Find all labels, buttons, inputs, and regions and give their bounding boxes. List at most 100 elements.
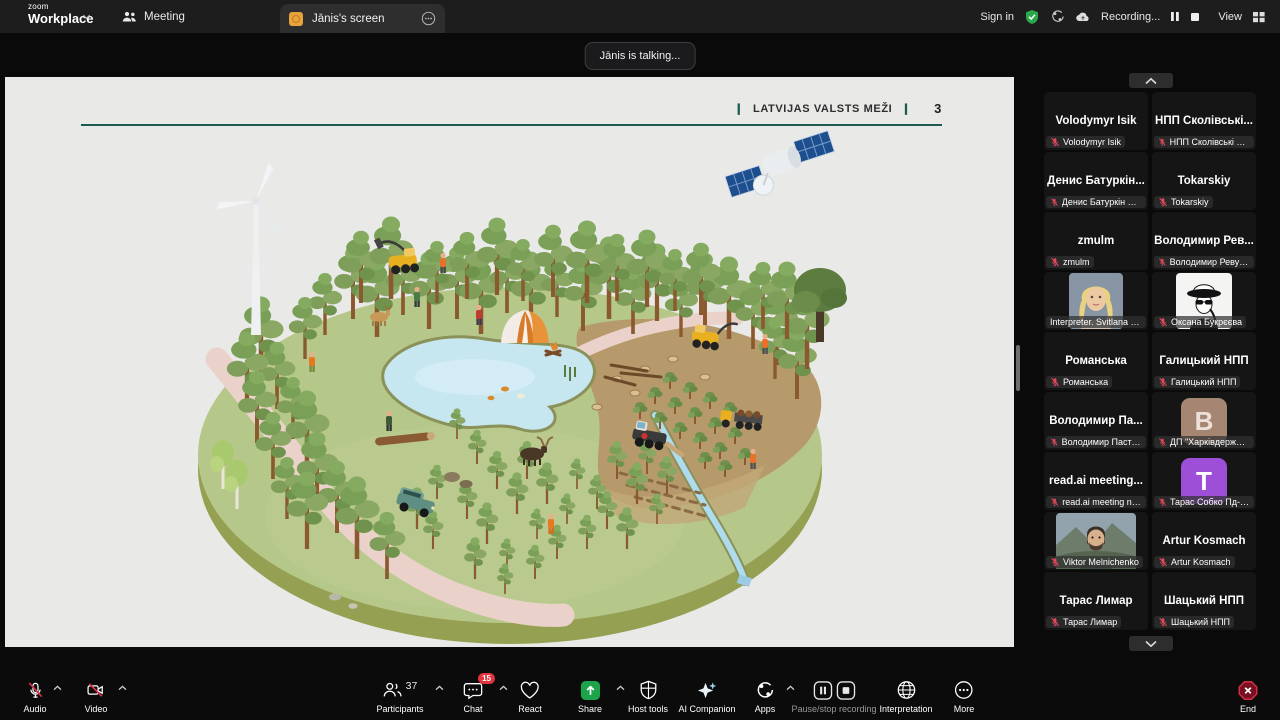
interpretation-button[interactable]: Interpretation xyxy=(879,679,932,714)
mic-muted-icon xyxy=(1158,257,1167,267)
share-area-scrollbar[interactable] xyxy=(1016,345,1020,391)
participant-tile[interactable]: Шацький НППШацький НПП xyxy=(1152,572,1256,630)
audio-button[interactable]: Audio xyxy=(23,679,46,714)
mic-muted-icon xyxy=(1050,617,1060,627)
more-ellipsis-icon xyxy=(954,679,974,701)
chat-icon: 15 xyxy=(463,679,483,701)
participant-name-label: Денис Батуркін ДСЛ... xyxy=(1046,196,1146,208)
participant-name-label: Тарас Собко Пд-3х ... xyxy=(1154,496,1254,508)
end-label: End xyxy=(1240,704,1256,714)
heart-icon xyxy=(519,679,540,701)
participant-name-label: Volodymyr Isik xyxy=(1046,136,1125,148)
view-grid-icon[interactable] xyxy=(1252,11,1266,23)
mic-muted-icon xyxy=(1050,377,1060,387)
audio-options-chevron[interactable] xyxy=(53,685,62,691)
active-speaker-text: Jānis is talking... xyxy=(600,50,681,62)
participant-tile[interactable]: zmulmzmulm xyxy=(1044,212,1148,270)
pause-stop-label: Pause/stop recording xyxy=(791,704,876,714)
meeting-tab-label: Meeting xyxy=(144,11,185,23)
sign-in-link[interactable]: Sign in xyxy=(980,11,1014,23)
share-options-chevron[interactable] xyxy=(616,685,625,691)
participants-sidebar: Volodymyr IsikVolodymyr IsikНПП Сколівсь… xyxy=(1022,33,1280,720)
mic-muted-icon xyxy=(1158,377,1168,387)
end-call-icon xyxy=(1238,679,1259,701)
host-tools-label: Host tools xyxy=(628,704,668,714)
ai-companion-label: AI Companion xyxy=(678,704,735,714)
participants-options-chevron[interactable] xyxy=(435,685,444,691)
active-speaker-toast: Jānis is talking... xyxy=(585,42,696,70)
workspace-chevron-down-icon[interactable] xyxy=(82,12,91,21)
mic-muted-icon xyxy=(25,679,45,701)
top-bar-right-controls: Sign in Recording... View xyxy=(980,0,1266,33)
mic-muted-icon xyxy=(1158,557,1168,567)
participant-tile[interactable]: Artur KosmachArtur Kosmach xyxy=(1152,512,1256,570)
apps-button[interactable]: Apps xyxy=(755,679,776,714)
video-button[interactable]: Video xyxy=(85,679,108,714)
stop-icon[interactable] xyxy=(836,681,855,700)
react-button[interactable]: React xyxy=(518,679,542,714)
participant-name-label: Галицький НПП xyxy=(1154,376,1240,388)
connected-apps-icon[interactable] xyxy=(1050,9,1065,24)
pause-recording-icon[interactable] xyxy=(1170,11,1180,22)
participant-tile[interactable]: Viktor Melnichenko xyxy=(1044,512,1148,570)
participant-name-label: Оксана Букрєєва xyxy=(1154,316,1246,328)
people-icon xyxy=(122,10,137,23)
mic-muted-icon xyxy=(1050,437,1059,447)
participant-name-label: read.ai meeting notes xyxy=(1046,496,1146,508)
pause-icon[interactable] xyxy=(813,681,832,700)
participant-tile[interactable]: Володимир Па...Володимир Пастернак xyxy=(1044,392,1148,450)
participants-button[interactable]: 37 Participants xyxy=(376,679,423,714)
participant-tile[interactable]: РоманськаРоманська xyxy=(1044,332,1148,390)
ai-companion-button[interactable]: AI Companion xyxy=(678,679,735,714)
encryption-shield-icon[interactable] xyxy=(1024,9,1040,25)
participant-name-label: Viktor Melnichenko xyxy=(1046,556,1143,568)
chat-options-chevron[interactable] xyxy=(499,685,508,691)
participant-tile[interactable]: Оксана Букрєєва xyxy=(1152,272,1256,330)
tab-meeting[interactable]: Meeting xyxy=(112,0,195,33)
participant-name-label: НПП Сколівські Беск... xyxy=(1154,136,1254,148)
mic-muted-icon xyxy=(1050,137,1060,147)
satellite xyxy=(721,131,840,206)
participant-tile[interactable]: Галицький НППГалицький НПП xyxy=(1152,332,1256,390)
participant-tile[interactable]: НПП Сколівські...НПП Сколівські Беск... xyxy=(1152,92,1256,150)
participant-tile[interactable]: Денис Батуркін...Денис Батуркін ДСЛ... xyxy=(1044,152,1148,210)
recording-status-text: Recording... xyxy=(1101,11,1160,23)
view-button-label[interactable]: View xyxy=(1218,11,1242,23)
host-tools-button[interactable]: Host tools xyxy=(628,679,668,714)
participant-tile[interactable]: BДП "Харківдержлісп... xyxy=(1152,392,1256,450)
more-button[interactable]: More xyxy=(954,679,975,714)
chat-button[interactable]: 15 Chat xyxy=(463,679,483,714)
shared-screen-slide: ❙ LATVIJAS VALSTS MEŽI ❙ 3 xyxy=(5,77,1014,647)
participant-name-label: Interpreter. Svitlana Pant... xyxy=(1046,316,1146,328)
pause-stop-recording-button[interactable]: Pause/stop recording xyxy=(791,679,876,714)
gallery-scroll-up-button[interactable] xyxy=(1129,73,1173,88)
end-meeting-button[interactable]: End xyxy=(1238,679,1259,714)
mic-muted-icon xyxy=(1050,197,1059,207)
ai-sparkle-icon xyxy=(696,679,717,701)
tab-janis-screen[interactable]: Jānis's screen xyxy=(280,4,445,33)
mic-muted-icon xyxy=(1158,137,1167,147)
audio-label: Audio xyxy=(23,704,46,714)
participant-tile[interactable]: Volodymyr IsikVolodymyr Isik xyxy=(1044,92,1148,150)
cloud-recording-icon xyxy=(1075,11,1091,23)
participant-tile[interactable]: read.ai meeting...read.ai meeting notes xyxy=(1044,452,1148,510)
logo-zoom-text: zoom xyxy=(28,3,94,11)
participant-tile[interactable]: Володимир Рев...Володимир Ревуцький xyxy=(1152,212,1256,270)
video-options-chevron[interactable] xyxy=(118,685,127,691)
mic-muted-icon xyxy=(1158,617,1168,627)
share-screen-icon xyxy=(580,679,601,701)
apps-label: Apps xyxy=(755,704,776,714)
participant-tile[interactable]: Тарас ЛимарТарас Лимар xyxy=(1044,572,1148,630)
participant-tile[interactable]: Interpreter. Svitlana Pant... xyxy=(1044,272,1148,330)
participant-tile[interactable]: TТарас Собко Пд-3х ... xyxy=(1152,452,1256,510)
zoom-app-window: zoom Workplace Meeting Jānis's screen Si… xyxy=(0,0,1280,720)
mic-muted-icon xyxy=(1158,437,1167,447)
globe-icon xyxy=(896,679,916,701)
participant-name-label: Tokarskiy xyxy=(1154,196,1213,208)
share-button[interactable]: Share xyxy=(578,679,602,714)
tab-options-ellipsis-icon[interactable] xyxy=(421,11,436,26)
gallery-scroll-down-button[interactable] xyxy=(1129,636,1173,651)
participants-icon xyxy=(383,681,403,699)
participant-tile[interactable]: TokarskiyTokarskiy xyxy=(1152,152,1256,210)
stop-recording-icon[interactable] xyxy=(1190,12,1200,22)
